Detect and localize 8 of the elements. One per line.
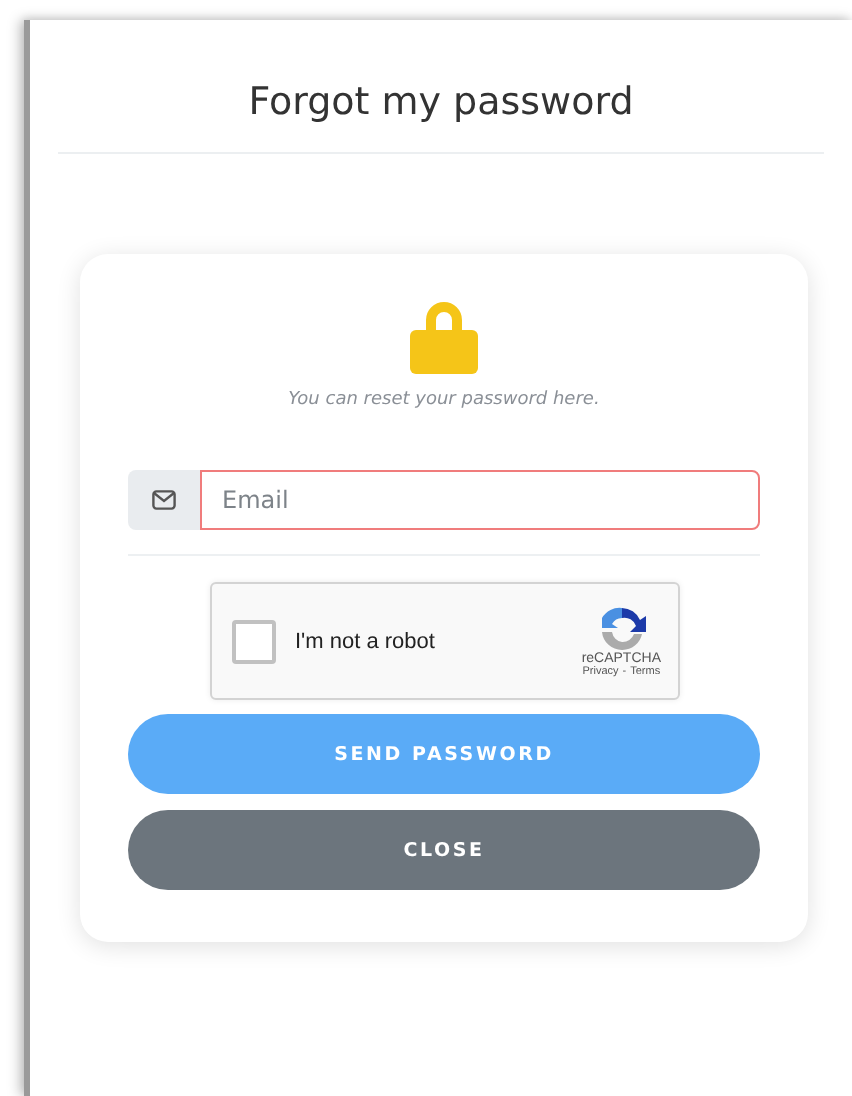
captcha-checkbox[interactable] [231,619,275,663]
close-button[interactable]: CLOSE [128,810,760,890]
email-field[interactable]: Email [200,470,760,530]
lock-icon [410,298,478,374]
captcha-label: I'm not a robot [295,629,437,653]
envelope-icon [152,490,176,510]
hint-text: You can reset your password here. [288,390,600,410]
dialog-title: Forgot my password [248,80,634,124]
